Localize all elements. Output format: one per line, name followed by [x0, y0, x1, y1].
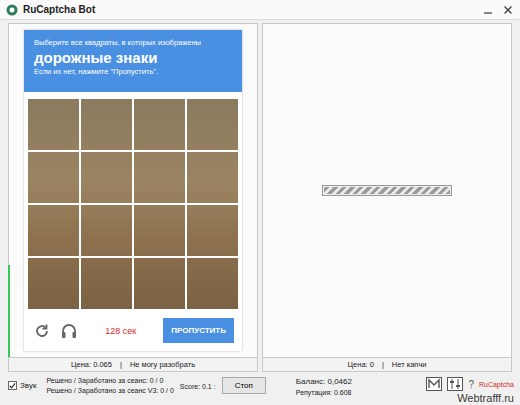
main-area: Выберите все квадраты, в которых изображ…: [0, 20, 520, 372]
left-status: Цена: 0.065 | Не могу разобрать: [8, 358, 258, 372]
separator: |: [120, 360, 122, 369]
brand-link[interactable]: RuCaptcha: [479, 381, 514, 388]
stat-line: Решено / Заработано за сеанс: 0 / 0: [46, 377, 173, 384]
captcha-tile[interactable]: [27, 257, 80, 310]
idle-panel: [262, 23, 512, 358]
captcha-tile[interactable]: [80, 98, 133, 151]
session-stats: Решено / Заработано за сеанс: 0 / 0 Решен…: [42, 377, 173, 394]
captcha-tile[interactable]: [80, 204, 133, 257]
captcha-tile[interactable]: [27, 98, 80, 151]
window-title: RuCaptcha Bot: [23, 4, 477, 15]
score: Score: 0.1 :: [180, 377, 216, 390]
captcha-tile[interactable]: [133, 151, 186, 204]
checkbox[interactable]: [8, 381, 17, 390]
app-icon: [6, 4, 18, 16]
reload-icon[interactable]: [34, 323, 50, 339]
captcha-tile[interactable]: [186, 98, 239, 151]
right-status: Цена: 0 | Нет капчи: [262, 358, 512, 372]
left-column: Выберите все квадраты, в которых изображ…: [8, 23, 258, 372]
captcha-header: Выберите все квадраты, в которых изображ…: [24, 30, 242, 92]
captcha-tile[interactable]: [133, 204, 186, 257]
mail-icon[interactable]: [426, 377, 442, 391]
settings-icon[interactable]: [447, 377, 463, 391]
separator: |: [382, 360, 384, 369]
captcha-tile[interactable]: [133, 98, 186, 151]
price: Цена: 0.065: [71, 360, 112, 369]
account-info: Баланс: 0,0462 Репутация: 0.608: [272, 377, 352, 396]
price: Цена: 0: [348, 360, 374, 369]
timer: 128 сек: [88, 326, 153, 336]
balance: Баланс: 0,0462: [296, 377, 352, 386]
minimize-icon[interactable]: [482, 4, 494, 16]
stat-line: Решено / Заработано за сеанс V3: 0 / 0: [46, 387, 173, 394]
captcha-tile[interactable]: [27, 151, 80, 204]
bottom-bar: ЗвукРешено / Заработано за сеанс: 0 / 0Р…: [0, 372, 520, 405]
sound-label: Звук: [20, 381, 36, 390]
app-window: RuCaptcha Bot Выберите все квадраты, в ко…: [0, 0, 520, 405]
progress-bar: [322, 185, 452, 196]
status-message: Не могу разобрать: [130, 360, 195, 369]
captcha-tile[interactable]: [186, 151, 239, 204]
captcha-image: [27, 98, 239, 310]
status-message: Нет капчи: [392, 360, 427, 369]
captcha-controls: 128 сек ПРОПУСТИТЬ: [24, 310, 242, 351]
help-button[interactable]: ?: [468, 379, 474, 390]
stop-button[interactable]: Стоп: [222, 377, 266, 394]
accent-line: [8, 265, 10, 357]
captcha-tile[interactable]: [80, 257, 133, 310]
captcha-tile[interactable]: [133, 257, 186, 310]
captcha-tile[interactable]: [186, 204, 239, 257]
close-icon[interactable]: [502, 4, 514, 16]
watermark: Webtrafff.ru: [457, 392, 514, 404]
skip-button[interactable]: ПРОПУСТИТЬ: [163, 318, 234, 343]
right-column: Цена: 0 | Нет капчи: [262, 23, 512, 372]
headphones-icon[interactable]: [60, 323, 78, 339]
captcha-card: Выберите все квадраты, в которых изображ…: [24, 30, 242, 351]
title-bar: RuCaptcha Bot: [0, 0, 520, 20]
instruction: Выберите все квадраты, в которых изображ…: [34, 38, 232, 47]
captcha-tile[interactable]: [27, 204, 80, 257]
target: дорожные знаки: [34, 49, 232, 66]
captcha-tile[interactable]: [186, 257, 239, 310]
captcha-panel: Выберите все квадраты, в которых изображ…: [8, 23, 258, 358]
check-icon: [9, 382, 16, 390]
hint: Если их нет, нажмите "Пропустить".: [34, 67, 232, 76]
reputation: Репутация: 0.608: [296, 389, 352, 396]
captcha-tile[interactable]: [80, 151, 133, 204]
sound-checkbox[interactable]: Звук: [8, 377, 36, 390]
